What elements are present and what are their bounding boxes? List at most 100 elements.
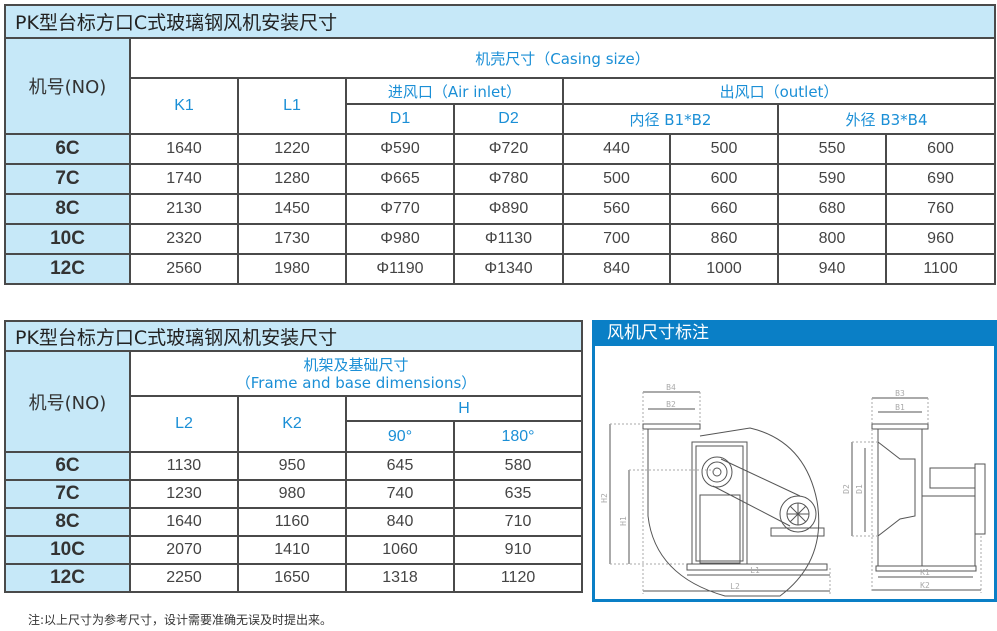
b4-cell: 600	[884, 133, 997, 165]
footnote: 注:以上尺寸为参考尺寸，设计需要准确无误及时提出来。	[28, 613, 333, 627]
dim-label-h1: H1	[619, 516, 628, 526]
d1-cell: Φ665	[345, 163, 455, 195]
d1-cell: Φ770	[345, 193, 455, 225]
d2-cell: Φ890	[453, 193, 564, 225]
d1-cell: Φ1190	[345, 253, 455, 285]
table1-title: PK型台标方口C式玻璃钢风机安装尺寸	[3, 4, 997, 39]
b3-cell: 940	[777, 253, 887, 285]
table-row: 7C 1230 980 740 635	[4, 479, 584, 509]
k1-cell: 2560	[129, 253, 239, 285]
b1-cell: 840	[562, 253, 671, 285]
b3-cell: 800	[777, 223, 887, 255]
casing-size-table: PK型台标方口C式玻璃钢风机安装尺寸 机号(NO) 机壳尺寸（Casing si…	[3, 4, 997, 285]
d1-header: D1	[345, 103, 455, 135]
dim-label-b1: B1	[895, 403, 905, 412]
d2-cell: Φ780	[453, 163, 564, 195]
dim-label-k1: K1	[920, 568, 930, 577]
h180-cell: 580	[452, 451, 584, 481]
model-number-cell: 12C	[4, 563, 131, 593]
d1-cell: Φ590	[345, 133, 455, 165]
h180-cell: 1120	[452, 563, 584, 593]
d2-cell: Φ1130	[453, 223, 564, 255]
h90-cell: 1060	[345, 535, 455, 565]
frame-base-header-en: （Frame and base dimensions）	[235, 373, 477, 392]
b1-cell: 500	[562, 163, 671, 195]
k1-header: K1	[129, 77, 239, 135]
table-row: 10C 2320 1730 Φ980 Φ1130 700 860 800 960	[4, 223, 997, 255]
k2-cell: 1160	[237, 507, 347, 537]
h-180-header: 180°	[452, 420, 584, 453]
l1-cell: 1730	[237, 223, 347, 255]
l1-header: L1	[237, 77, 347, 135]
h180-cell: 635	[452, 479, 584, 509]
b2-cell: 860	[669, 223, 779, 255]
dim-label-h2: H2	[600, 493, 609, 503]
outer-diameter-header: 外径 B3*B4	[776, 103, 997, 135]
l2-cell: 1640	[129, 507, 239, 537]
dim-label-d2: D2	[842, 484, 851, 494]
k2-header: K2	[237, 395, 347, 453]
h90-cell: 645	[345, 451, 455, 481]
model-number-cell: 12C	[4, 253, 131, 285]
model-number-cell: 7C	[4, 479, 131, 509]
casing-size-header: 机壳尺寸（Casing size）	[128, 37, 997, 79]
model-number-cell: 6C	[4, 451, 131, 481]
fan-dimension-panel-title: 风机尺寸标注	[595, 320, 994, 346]
front-view-drawing	[851, 397, 986, 593]
table-row: 12C 2560 1980 Φ1190 Φ1340 840 1000 940 1100	[4, 253, 997, 285]
inner-diameter-header: 内径 B1*B2	[562, 103, 779, 135]
b2-cell: 660	[669, 193, 779, 225]
b2-cell: 1000	[669, 253, 779, 285]
fan-dimension-panel: 风机尺寸标注 B4 B2 H2 H1 L1 L2 B3 B1 D2 D1 K1 …	[592, 320, 997, 602]
l2-cell: 1230	[129, 479, 239, 509]
b4-cell: 690	[884, 163, 997, 195]
b3-cell: 590	[777, 163, 887, 195]
side-view-drawing	[609, 391, 831, 597]
k1-cell: 1740	[129, 163, 239, 195]
table2-title: PK型台标方口C式玻璃钢风机安装尺寸	[3, 320, 584, 352]
fan-dimension-diagram: B4 B2 H2 H1 L1 L2 B3 B1 D2 D1 K1 K2	[600, 383, 986, 597]
l1-cell: 1280	[237, 163, 347, 195]
k1-cell: 2320	[129, 223, 239, 255]
b3-cell: 680	[777, 193, 887, 225]
frame-base-header-cn: 机架及基础尺寸	[303, 355, 409, 374]
l2-cell: 1130	[129, 451, 239, 481]
model-number-cell: 10C	[4, 535, 131, 565]
l2-cell: 2250	[129, 563, 239, 593]
h180-cell: 710	[452, 507, 584, 537]
d1-cell: Φ980	[345, 223, 455, 255]
l2-header: L2	[129, 395, 239, 453]
h-header: H	[344, 395, 584, 422]
table1-no-header: 机号(NO)	[4, 37, 131, 135]
frame-base-table: PK型台标方口C式玻璃钢风机安装尺寸 机号(NO) 机架及基础尺寸 （Frame…	[3, 320, 584, 593]
b4-cell: 760	[884, 193, 997, 225]
frame-base-header: 机架及基础尺寸 （Frame and base dimensions）	[128, 350, 584, 397]
h90-cell: 740	[345, 479, 455, 509]
dim-label-b4: B4	[666, 383, 676, 392]
d2-header: D2	[453, 103, 564, 135]
table-row: 6C 1130 950 645 580	[4, 451, 584, 481]
table-row: 8C 1640 1160 840 710	[4, 507, 584, 537]
h90-cell: 840	[345, 507, 455, 537]
b1-cell: 560	[562, 193, 671, 225]
table-row: 8C 2130 1450 Φ770 Φ890 560 660 680 760	[4, 193, 997, 225]
air-inlet-header: 进风口（Air inlet）	[345, 77, 564, 105]
k2-cell: 1410	[237, 535, 347, 565]
b2-cell: 600	[669, 163, 779, 195]
l2-cell: 2070	[129, 535, 239, 565]
b4-cell: 1100	[884, 253, 997, 285]
table2-no-header: 机号(NO)	[4, 350, 131, 453]
l1-cell: 1980	[237, 253, 347, 285]
table-row: 10C 2070 1410 1060 910	[4, 535, 584, 565]
l1-cell: 1450	[237, 193, 347, 225]
table-row: 6C 1640 1220 Φ590 Φ720 440 500 550 600	[4, 133, 997, 165]
k2-cell: 980	[237, 479, 347, 509]
model-number-cell: 8C	[4, 507, 131, 537]
k1-cell: 2130	[129, 193, 239, 225]
h180-cell: 910	[452, 535, 584, 565]
b4-cell: 960	[884, 223, 997, 255]
k2-cell: 1650	[237, 563, 347, 593]
l1-cell: 1220	[237, 133, 347, 165]
model-number-cell: 7C	[4, 163, 131, 195]
table-row: 12C 2250 1650 1318 1120	[4, 563, 584, 593]
